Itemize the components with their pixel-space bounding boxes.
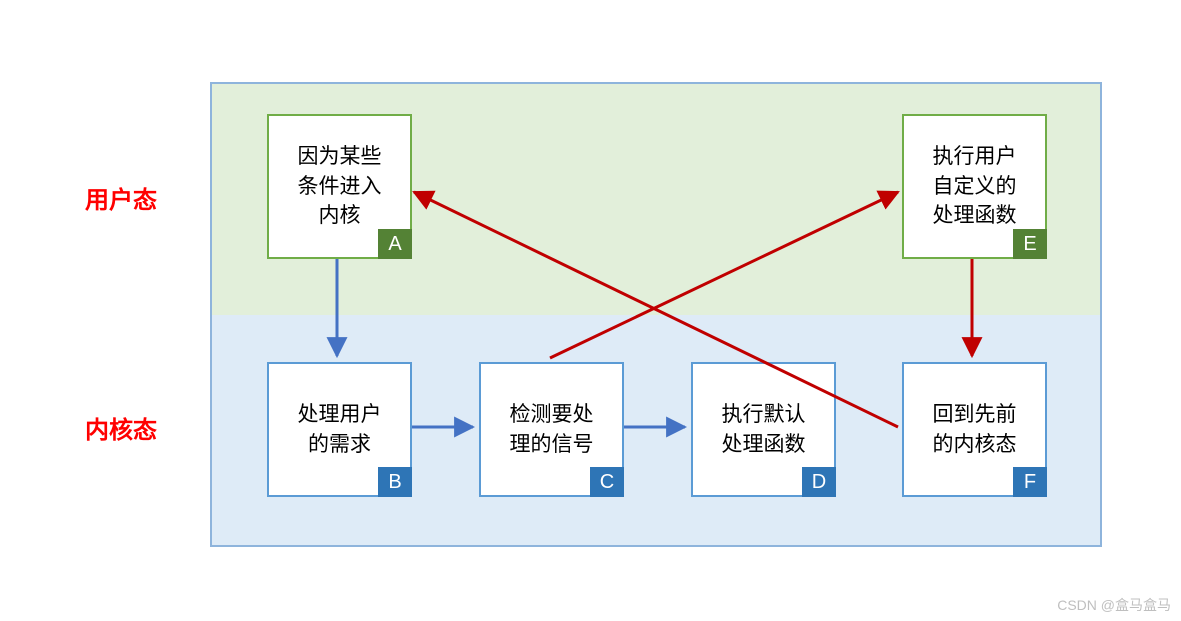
box-b-text: 处理用户 的需求 — [298, 400, 382, 459]
box-e-text: 执行用户 自定义的 处理函数 — [933, 142, 1017, 230]
badge-a: A — [378, 229, 412, 259]
watermark: CSDN @盒马盒马 — [1057, 595, 1171, 615]
diagram-container: 因为某些 条件进入 内核 A 执行用户 自定义的 处理函数 E 处理用户 的需求… — [210, 82, 1102, 547]
box-c-text: 检测要处 理的信号 — [510, 400, 594, 459]
box-c: 检测要处 理的信号 C — [479, 362, 624, 497]
box-d-text: 执行默认 处理函数 — [722, 400, 806, 459]
badge-b: B — [378, 467, 412, 497]
user-mode-label: 用户态 — [85, 180, 157, 215]
box-b: 处理用户 的需求 B — [267, 362, 412, 497]
box-a-text: 因为某些 条件进入 内核 — [298, 142, 382, 230]
badge-f: F — [1013, 467, 1047, 497]
box-e: 执行用户 自定义的 处理函数 E — [902, 114, 1047, 259]
badge-c: C — [590, 467, 624, 497]
kernel-mode-label: 内核态 — [85, 410, 157, 445]
box-a: 因为某些 条件进入 内核 A — [267, 114, 412, 259]
badge-d: D — [802, 467, 836, 497]
box-f: 回到先前 的内核态 F — [902, 362, 1047, 497]
box-d: 执行默认 处理函数 D — [691, 362, 836, 497]
box-f-text: 回到先前 的内核态 — [933, 400, 1017, 459]
badge-e: E — [1013, 229, 1047, 259]
